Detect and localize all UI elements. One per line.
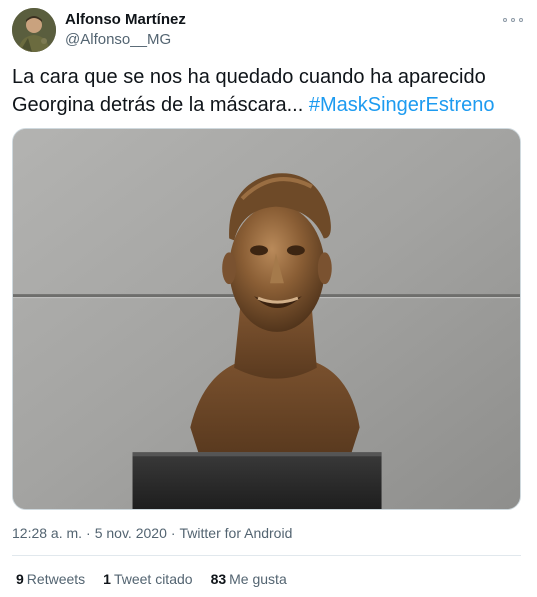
author-name[interactable]: Alfonso Martínez [65,10,186,29]
tweet-date[interactable]: 5 nov. 2020 [95,525,167,541]
likes-stat[interactable]: 83 Me gusta [211,570,287,588]
more-options-icon[interactable] [503,12,523,28]
retweets-stat[interactable]: 9 Retweets [16,570,85,588]
tweet-photo[interactable] [12,128,521,510]
divider [12,555,521,556]
tweet-text: La cara que se nos ha quedado cuando ha … [12,63,527,119]
likes-label: Me gusta [229,571,287,587]
author-handle[interactable]: @Alfonso__MG [65,30,186,50]
meta-separator: · [170,525,176,541]
tweet-meta: 12:28 a. m. · 5 nov. 2020 · Twitter for Andr… [12,524,292,542]
quotes-count: 1 [103,571,111,587]
likes-count: 83 [210,571,227,587]
retweets-count: 9 [16,571,24,587]
avatar[interactable] [12,8,56,52]
hashtag-link[interactable]: #MaskSingerEstreno [309,94,495,116]
tweet-stats: 9 Retweets 1 Tweet citado 83 Me gusta [16,570,305,588]
tweet: Alfonso Martínez @Alfonso__MG La cara qu… [0,0,537,597]
meta-separator: · [86,525,91,541]
author-block[interactable]: Alfonso Martínez @Alfonso__MG [65,10,186,50]
retweets-label: Retweets [26,571,86,587]
tweet-source[interactable]: Twitter for Android [180,525,293,541]
tweet-time[interactable]: 12:28 a. m. [12,525,82,541]
quotes-label: Tweet citado [113,571,193,587]
quotes-stat[interactable]: 1 Tweet citado [103,570,192,588]
